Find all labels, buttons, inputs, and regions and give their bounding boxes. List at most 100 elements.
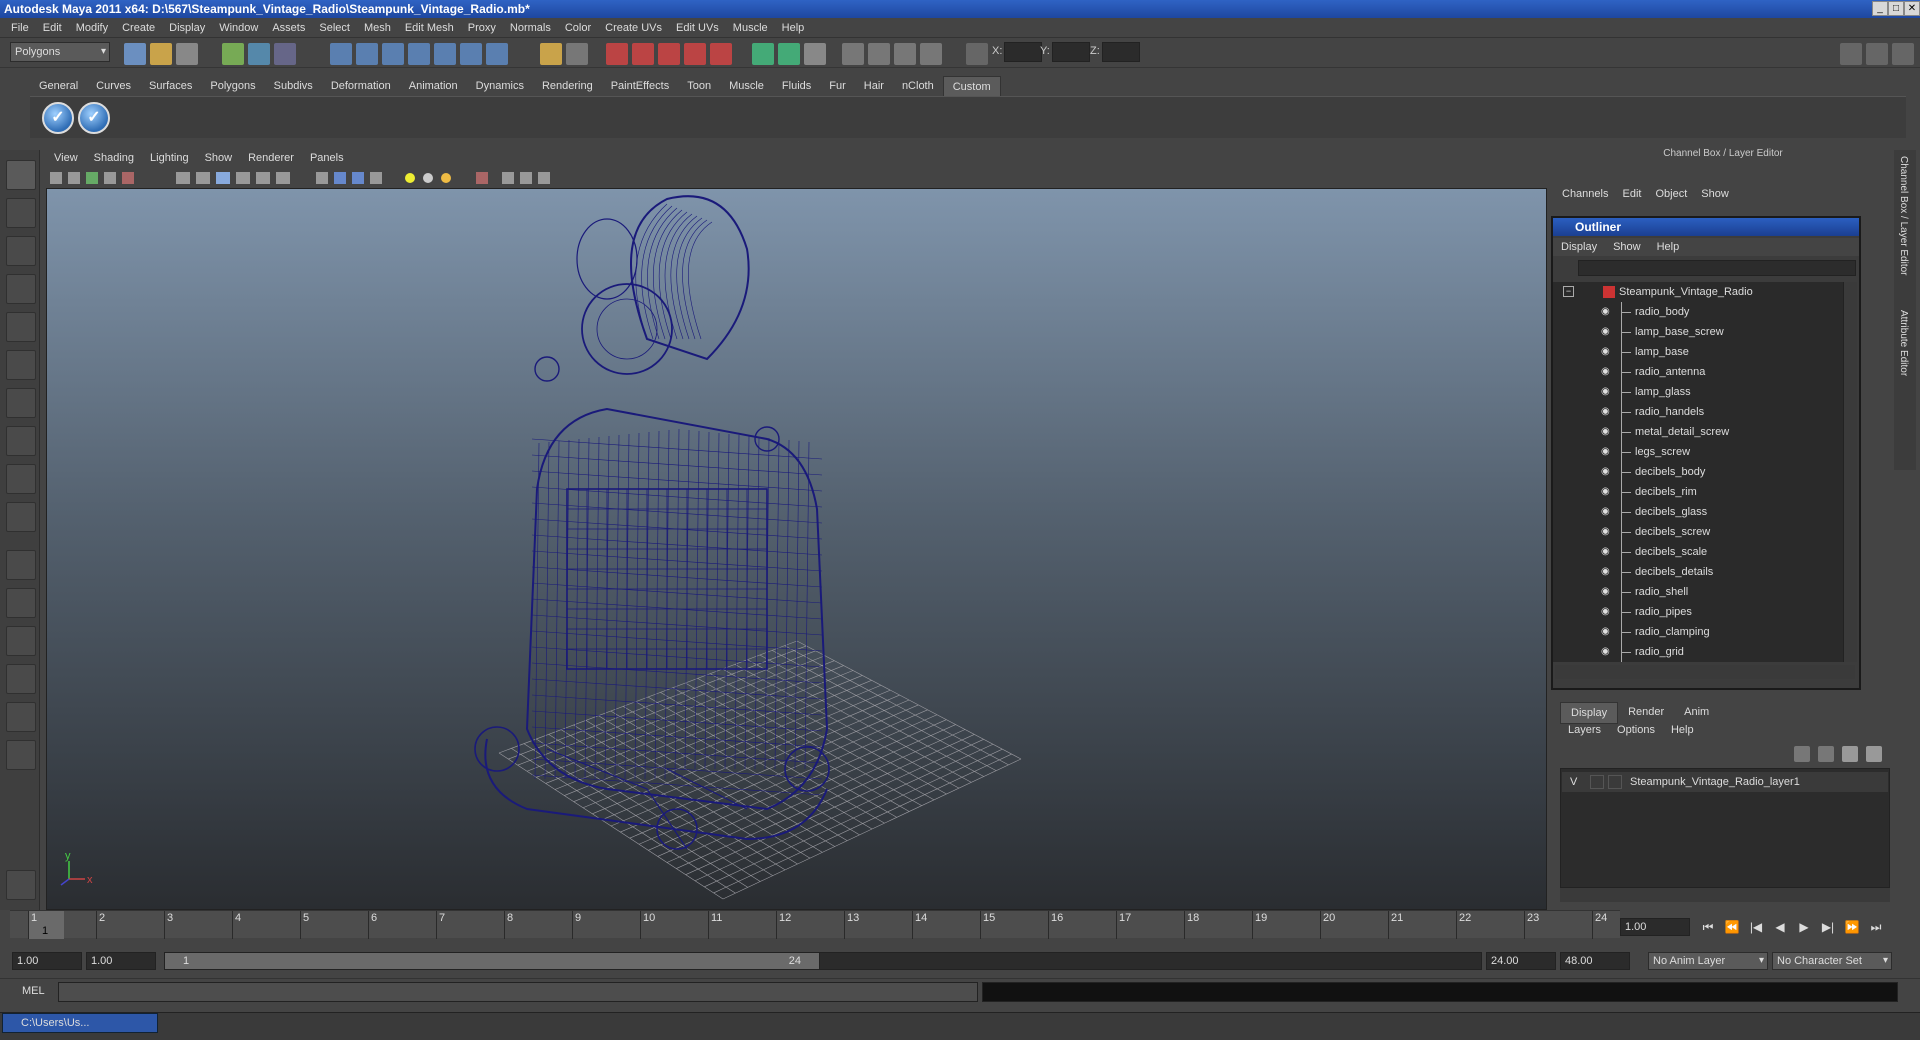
outliner-item[interactable]: ◉ legs_screw: [1553, 442, 1843, 462]
side-tab-attribute-editor[interactable]: Attribute Editor: [1898, 310, 1909, 376]
rotate-tool-icon[interactable]: [6, 312, 36, 342]
outliner-item[interactable]: ◉ decibels_screw: [1553, 522, 1843, 542]
snap-view-icon[interactable]: [460, 43, 482, 65]
show-manipulator-icon[interactable]: [6, 464, 36, 494]
camera-pan-icon[interactable]: [868, 43, 890, 65]
layer-menu-help[interactable]: Help: [1663, 724, 1702, 736]
menu-help[interactable]: Help: [775, 22, 812, 34]
custom-shelf-check-icon-1[interactable]: ✓: [42, 102, 74, 134]
shelf-tab-surfaces[interactable]: Surfaces: [140, 76, 201, 96]
shelf-tab-fur[interactable]: Fur: [820, 76, 855, 96]
shelf-tab-custom[interactable]: Custom: [942, 76, 1001, 96]
viewport-menu-shading[interactable]: Shading: [86, 152, 142, 164]
ipr-render-icon[interactable]: [632, 43, 654, 65]
shelf-tab-animation[interactable]: Animation: [400, 76, 467, 96]
outliner-item[interactable]: ◉ lamp_glass: [1553, 382, 1843, 402]
soft-modification-icon[interactable]: [6, 426, 36, 456]
layer-menu-options[interactable]: Options: [1609, 724, 1663, 736]
go-to-end-button[interactable]: ⏭: [1866, 918, 1886, 936]
quick-rename-icon[interactable]: [804, 43, 826, 65]
outliner-item[interactable]: ◉ radio_clamping: [1553, 622, 1843, 642]
layer-visibility-toggle[interactable]: V: [1570, 772, 1577, 792]
graph-persp-layout-icon[interactable]: [6, 664, 36, 694]
menu-mesh[interactable]: Mesh: [357, 22, 398, 34]
camera-zoom-icon[interactable]: [920, 43, 942, 65]
menu-create[interactable]: Create: [115, 22, 162, 34]
mel-label[interactable]: MEL: [22, 985, 45, 997]
shelf-tab-polygons[interactable]: Polygons: [201, 76, 264, 96]
menu-muscle[interactable]: Muscle: [726, 22, 775, 34]
snap-point-icon[interactable]: [382, 43, 404, 65]
playback-end-field[interactable]: 24.00: [1486, 952, 1556, 970]
minimized-window-item[interactable]: C:\Users\Us...: [2, 1013, 158, 1033]
outliner-item[interactable]: ◉ metal_detail_screw: [1553, 422, 1843, 442]
outliner-item[interactable]: ◉ radio_pipes: [1553, 602, 1843, 622]
script-editor-icon[interactable]: [6, 870, 36, 900]
menu-proxy[interactable]: Proxy: [461, 22, 503, 34]
outliner-item[interactable]: ◉ decibels_scale: [1553, 542, 1843, 562]
shelf-tab-dynamics[interactable]: Dynamics: [467, 76, 533, 96]
render-current-icon[interactable]: [606, 43, 628, 65]
lasso-tool-icon[interactable]: [6, 198, 36, 228]
outliner-item[interactable]: ◉ radio_shell: [1553, 582, 1843, 602]
layer-move-down-icon[interactable]: [1866, 746, 1882, 762]
menu-create-uvs[interactable]: Create UVs: [598, 22, 669, 34]
construction-history-icon[interactable]: [566, 43, 588, 65]
shelf-tab-rendering[interactable]: Rendering: [533, 76, 602, 96]
render-settings-icon[interactable]: [658, 43, 680, 65]
outliner-menu-help[interactable]: Help: [1649, 241, 1688, 253]
transform-mode-icon[interactable]: [966, 43, 988, 65]
layer-tab-render[interactable]: Render: [1618, 702, 1674, 724]
move-tool-icon[interactable]: [6, 274, 36, 304]
last-tool-icon[interactable]: [6, 502, 36, 532]
mel-input[interactable]: [58, 982, 978, 1002]
new-layer-selected-icon[interactable]: [1818, 746, 1834, 762]
x-field[interactable]: [1004, 42, 1042, 62]
toggle-tool-settings-icon[interactable]: [1866, 43, 1888, 65]
playback-start-field[interactable]: 1.00: [86, 952, 156, 970]
outliner-item[interactable]: ◉ decibels_rim: [1553, 482, 1843, 502]
outliner-item[interactable]: ◉ decibels_glass: [1553, 502, 1843, 522]
hypershade-icon[interactable]: [684, 43, 706, 65]
collapse-icon[interactable]: −: [1563, 286, 1574, 297]
menu-modify[interactable]: Modify: [69, 22, 115, 34]
menu-edit-uvs[interactable]: Edit UVs: [669, 22, 726, 34]
camera-icon[interactable]: [842, 43, 864, 65]
select-hierarchy-icon[interactable]: [222, 43, 244, 65]
menu-color[interactable]: Color: [558, 22, 598, 34]
outliner-menu-display[interactable]: Display: [1553, 241, 1605, 253]
menu-window[interactable]: Window: [212, 22, 265, 34]
layer-tab-anim[interactable]: Anim: [1674, 702, 1719, 724]
toggle-attribute-editor-icon[interactable]: [1840, 43, 1862, 65]
outliner-root-row[interactable]: − Steampunk_Vintage_Radio: [1553, 282, 1843, 302]
menu-display[interactable]: Display: [162, 22, 212, 34]
viewport-menu-renderer[interactable]: Renderer: [240, 152, 302, 164]
outliner-title-bar[interactable]: Outliner: [1553, 218, 1859, 236]
select-tool-icon[interactable]: [6, 160, 36, 190]
layer-color-swatch[interactable]: [1608, 775, 1622, 789]
shelf-tab-painteffects[interactable]: PaintEffects: [602, 76, 679, 96]
outliner-item[interactable]: ◉ decibels_details: [1553, 562, 1843, 582]
layer-tab-display[interactable]: Display: [1560, 702, 1619, 724]
step-forward-key-button[interactable]: ⏩: [1842, 918, 1862, 936]
y-field[interactable]: [1052, 42, 1090, 62]
perspective-viewport[interactable]: y x: [46, 188, 1547, 910]
single-pane-layout-icon[interactable]: [6, 550, 36, 580]
snap-surface-icon[interactable]: [434, 43, 456, 65]
outliner-item[interactable]: ◉ radio_body: [1553, 302, 1843, 322]
output-ops-icon[interactable]: [778, 43, 800, 65]
shelf-tab-curves[interactable]: Curves: [87, 76, 140, 96]
shelf-tab-toon[interactable]: Toon: [678, 76, 720, 96]
paint-select-tool-icon[interactable]: [6, 236, 36, 266]
layer-row[interactable]: V Steampunk_Vintage_Radio_layer1: [1562, 772, 1888, 792]
viewport-menu-lighting[interactable]: Lighting: [142, 152, 197, 164]
save-scene-icon[interactable]: [176, 43, 198, 65]
outliner-persp-layout-icon[interactable]: [6, 626, 36, 656]
outliner-vertical-scrollbar[interactable]: [1843, 282, 1857, 662]
close-button[interactable]: ✕: [1904, 1, 1920, 16]
outliner-item[interactable]: ◉ lamp_base: [1553, 342, 1843, 362]
custom-shelf-check-icon-2[interactable]: ✓: [78, 102, 110, 134]
snap-curve-icon[interactable]: [356, 43, 378, 65]
toggle-channel-box-icon[interactable]: [1892, 43, 1914, 65]
open-scene-icon[interactable]: [150, 43, 172, 65]
